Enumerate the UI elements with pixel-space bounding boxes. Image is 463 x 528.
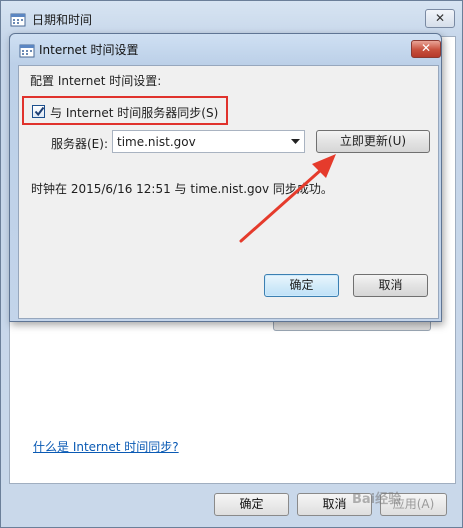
calendar-icon xyxy=(19,44,35,58)
server-label: 服务器(E): xyxy=(51,137,108,151)
watermark: Bai经验 xyxy=(352,492,402,507)
sync-status-text: 时钟在 2015/6/16 12:51 与 time.nist.gov 同步成功… xyxy=(31,182,333,196)
sync-checkbox-label[interactable]: 与 Internet 时间服务器同步(S) xyxy=(50,104,218,121)
cancel-button[interactable]: 取消 xyxy=(353,274,428,297)
ok-button[interactable]: 确定 xyxy=(264,274,339,297)
bg-ok-button[interactable]: 确定 xyxy=(214,493,289,516)
window-close-button[interactable]: ✕ xyxy=(425,9,455,28)
sync-highlight-box: 与 Internet 时间服务器同步(S) xyxy=(22,96,228,125)
update-now-button[interactable]: 立即更新(U) xyxy=(316,130,430,153)
sync-checkbox[interactable] xyxy=(32,105,45,118)
server-value[interactable]: time.nist.gov xyxy=(117,135,196,149)
internet-time-settings-dialog: Internet 时间设置 ✕ 配置 Internet 时间设置: 与 Inte… xyxy=(9,33,442,322)
calendar-icon xyxy=(10,13,26,27)
settings-heading: 配置 Internet 时间设置: xyxy=(30,74,162,88)
help-link[interactable]: 什么是 Internet 时间同步? xyxy=(33,438,179,455)
server-combobox[interactable]: time.nist.gov xyxy=(112,130,305,153)
chevron-down-icon[interactable] xyxy=(291,139,300,145)
checkmark-icon xyxy=(34,106,45,117)
dialog-title: Internet 时间设置 xyxy=(39,43,139,57)
dialog-close-button[interactable]: ✕ xyxy=(411,40,441,58)
window-title: 日期和时间 xyxy=(32,13,93,27)
